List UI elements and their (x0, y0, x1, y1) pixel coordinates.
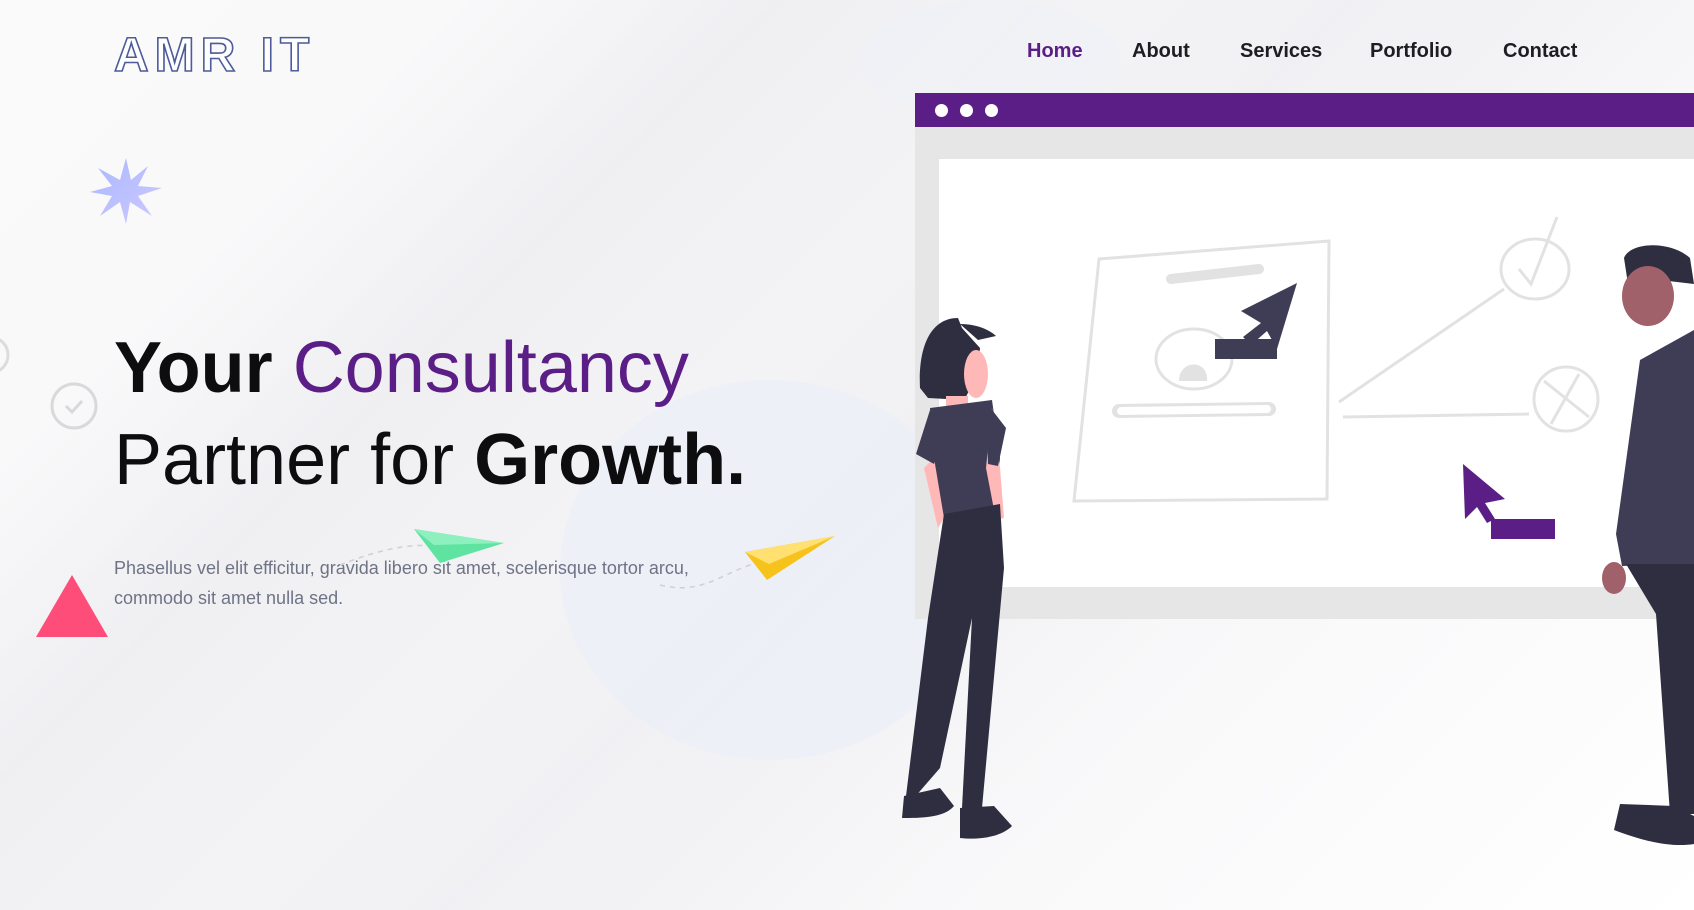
nav-services[interactable]: Services (1240, 40, 1322, 63)
nav-contact[interactable]: Contact (1503, 40, 1577, 63)
window-titlebar (915, 93, 1694, 127)
woman-figure-illustration (902, 318, 1012, 839)
nav-portfolio[interactable]: Portfolio (1370, 40, 1452, 63)
hero-title-accent: Consultancy (292, 328, 689, 408)
site-logo[interactable]: AMR IT (113, 28, 315, 83)
hero-title-line2: Partner for (114, 420, 455, 500)
hero-title: Your Consultancy Partner for Growth. (114, 322, 746, 506)
hero-title-word-1: Your (114, 328, 273, 408)
man-figure-illustration (1602, 245, 1694, 846)
window-dot (985, 104, 998, 117)
clock-icon (50, 382, 98, 430)
nav-home[interactable]: Home (1027, 40, 1083, 63)
partial-circle-icon (0, 338, 10, 372)
paper-plane-icon (414, 529, 504, 563)
triangle-icon (36, 575, 108, 637)
nav-about[interactable]: About (1132, 40, 1190, 63)
window-dot (960, 104, 973, 117)
window-dot (935, 104, 948, 117)
paper-plane-icon-yellow (745, 536, 835, 580)
starburst-icon (90, 158, 162, 224)
hero-title-bold: Growth. (474, 420, 747, 500)
